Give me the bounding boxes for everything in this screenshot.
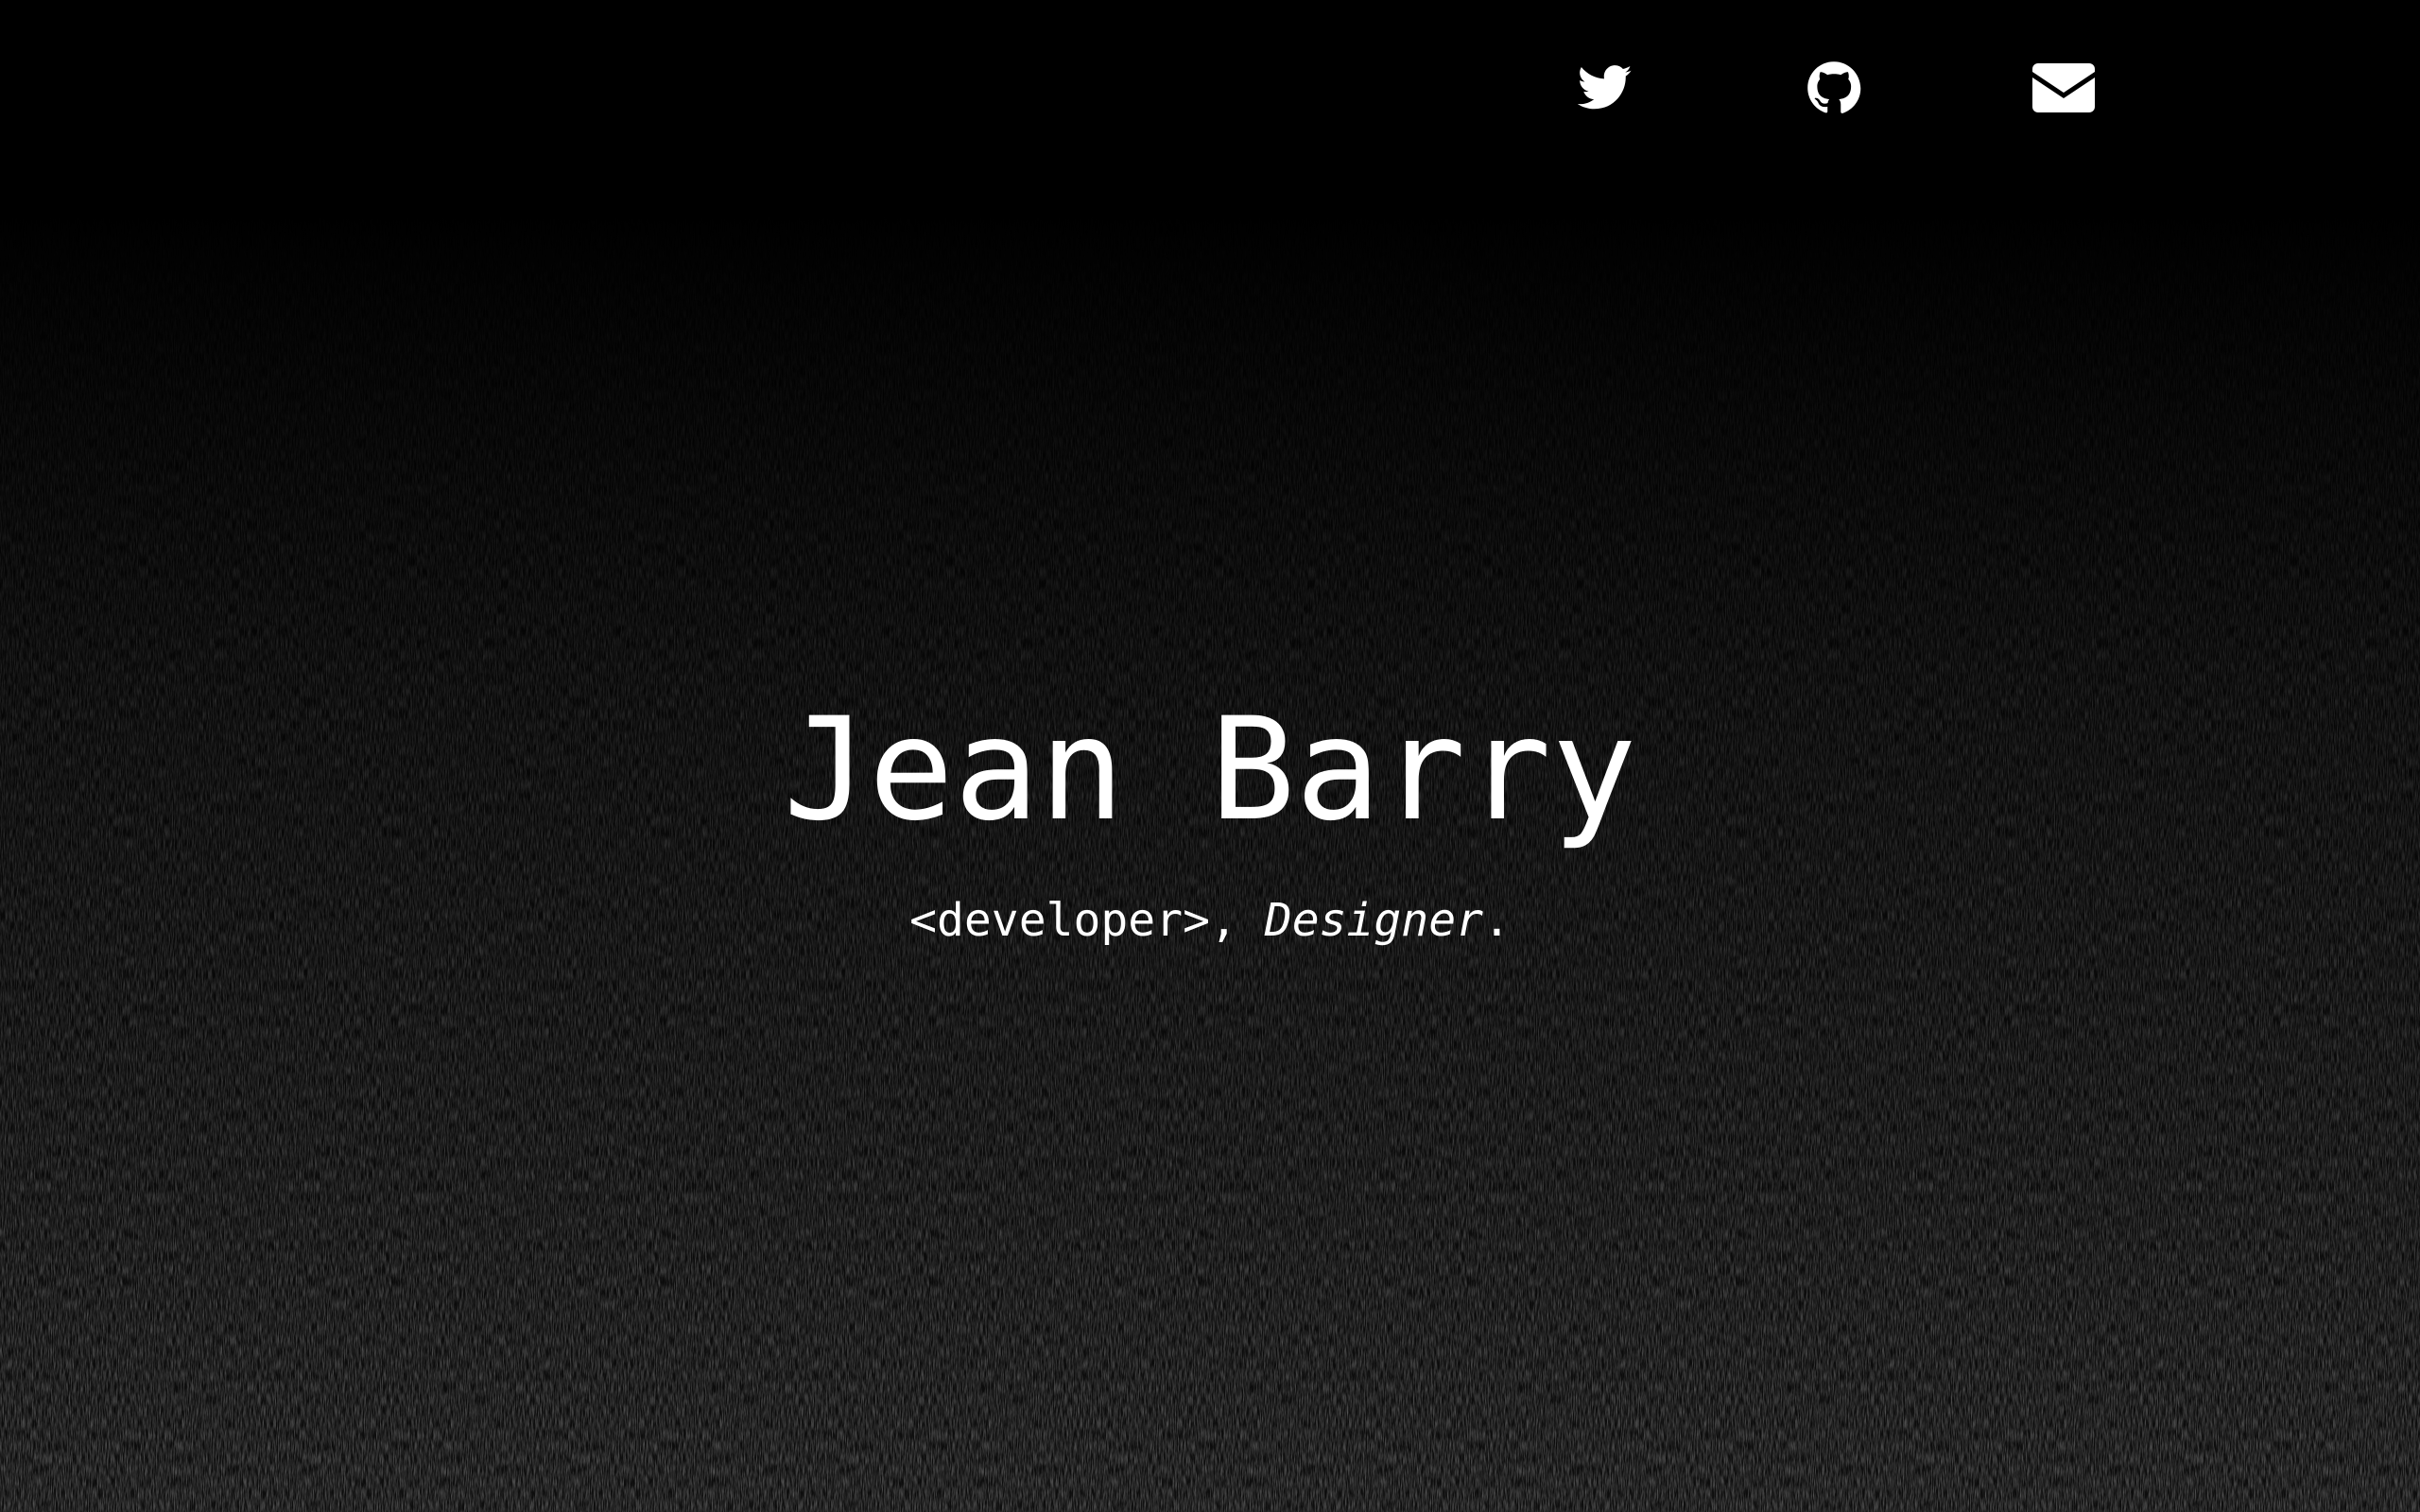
github-link[interactable] [1801, 59, 1867, 117]
top-nav [0, 0, 2420, 180]
email-link[interactable] [2031, 59, 2097, 117]
github-icon [1807, 61, 1861, 113]
role-suffix: . [1482, 894, 1511, 947]
hero-tagline: <developer>, Designer. [0, 894, 2420, 949]
twitter-icon [1578, 65, 1633, 110]
hero-name: Jean Barry [783, 688, 1637, 852]
role-separator: , [1210, 894, 1265, 947]
portfolio-page: Jean Barry <developer>, Designer. [0, 0, 2420, 1512]
twitter-link[interactable] [1572, 59, 1638, 117]
role-designer: Designer [1264, 894, 1483, 947]
role-code: <developer> [909, 894, 1210, 947]
hero-section: Jean Barry <developer>, Designer. [0, 699, 2420, 949]
envelope-icon [2032, 63, 2095, 112]
